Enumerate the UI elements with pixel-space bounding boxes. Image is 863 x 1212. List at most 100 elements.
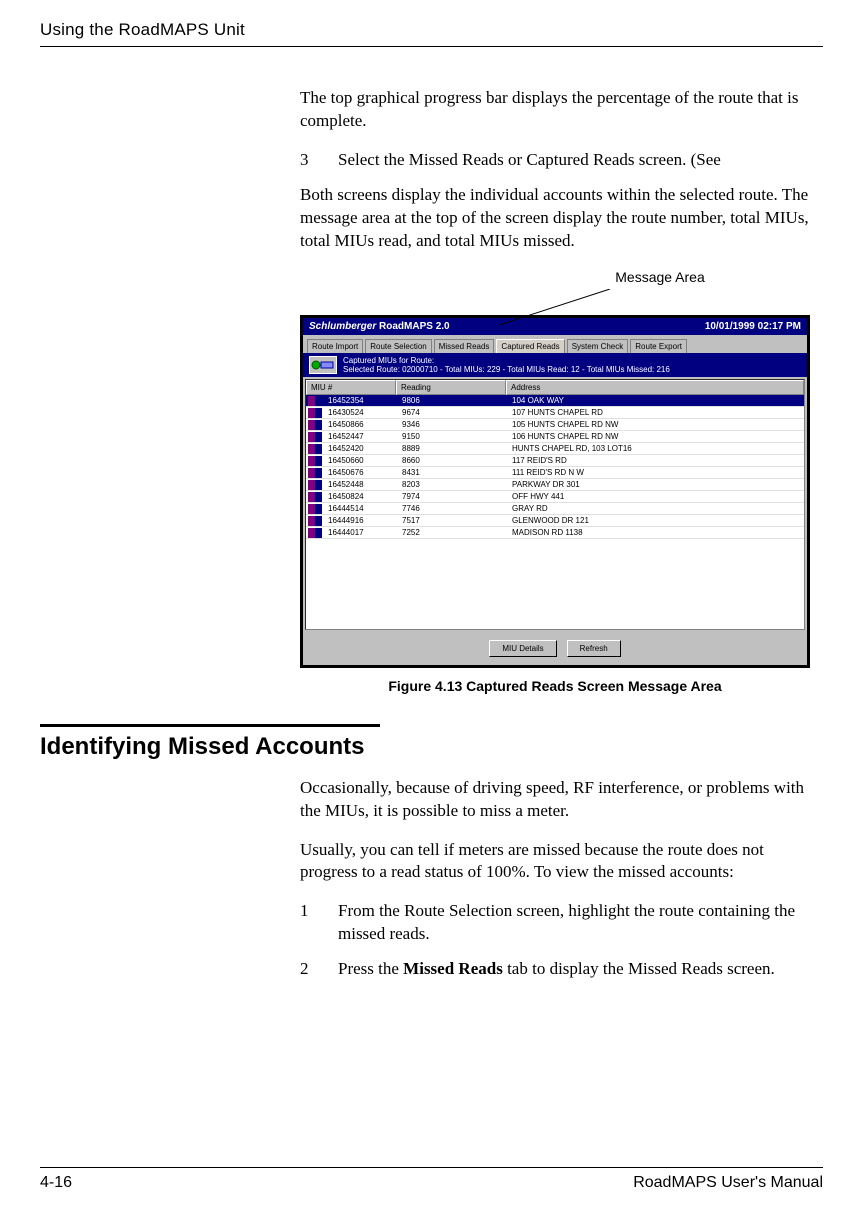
- row-icon: [308, 408, 322, 418]
- cell-address: 106 HUNTS CHAPEL RD NW: [508, 431, 804, 442]
- tab-route-selection[interactable]: Route Selection: [365, 339, 431, 353]
- cell-reading: 9674: [398, 407, 508, 418]
- titlebar: Schlumberger RoadMAPS 2.0 10/01/1999 02:…: [303, 318, 807, 335]
- step-text: From the Route Selection screen, highlig…: [338, 900, 823, 946]
- tab-missed-reads[interactable]: Missed Reads: [434, 339, 495, 353]
- cell-address: HUNTS CHAPEL RD, 103 LOT16: [508, 443, 804, 454]
- cell-address: 107 HUNTS CHAPEL RD: [508, 407, 804, 418]
- page-footer: 4-16 RoadMAPS User's Manual: [40, 1159, 823, 1192]
- callout-label: Message Area: [500, 269, 820, 285]
- row-icon: [308, 528, 322, 538]
- manual-title: RoadMAPS User's Manual: [633, 1174, 823, 1192]
- tab-route-import[interactable]: Route Import: [307, 339, 363, 353]
- row-icon: [308, 480, 322, 490]
- intro-paragraph: The top graphical progress bar displays …: [300, 87, 823, 133]
- step-number: 3: [300, 149, 318, 172]
- cell-reading: 8203: [398, 479, 508, 490]
- data-table: MIU # Reading Address 164523549806104 OA…: [305, 379, 805, 630]
- app-brand: Schlumberger RoadMAPS 2.0: [309, 321, 450, 332]
- cell-miu: 16450866: [324, 419, 398, 430]
- cell-miu: 16452354: [324, 395, 398, 406]
- step-number: 2: [300, 958, 318, 981]
- step-text: Press the Missed Reads tab to display th…: [338, 958, 823, 981]
- table-row[interactable]: 164305249674107 HUNTS CHAPEL RD: [306, 407, 804, 419]
- tab-captured-reads[interactable]: Captured Reads: [496, 339, 564, 353]
- cell-address: 111 REID'S RD N W: [508, 467, 804, 478]
- app-window: Schlumberger RoadMAPS 2.0 10/01/1999 02:…: [300, 315, 810, 668]
- table-row[interactable]: 164440177252MADISON RD 1138: [306, 527, 804, 539]
- section-rule: [40, 724, 380, 727]
- figure-caption: Figure 4.13 Captured Reads Screen Messag…: [300, 678, 810, 694]
- cell-address: GLENWOOD DR 121: [508, 515, 804, 526]
- step-1: 1 From the Route Selection screen, highl…: [300, 900, 823, 946]
- table-row[interactable]: 164523549806104 OAK WAY: [306, 395, 804, 407]
- cell-miu: 16452447: [324, 431, 398, 442]
- cell-address: 105 HUNTS CHAPEL RD NW: [508, 419, 804, 430]
- cell-miu: 16444916: [324, 515, 398, 526]
- message-area: Captured MIUs for Route: Selected Route:…: [303, 353, 807, 377]
- table-row[interactable]: 164524208889HUNTS CHAPEL RD, 103 LOT16: [306, 443, 804, 455]
- step-3-body: Both screens display the individual acco…: [300, 184, 823, 253]
- row-icon: [308, 432, 322, 442]
- cell-address: GRAY RD: [508, 503, 804, 514]
- section-p2: Usually, you can tell if meters are miss…: [300, 839, 823, 885]
- table-row[interactable]: 164449167517GLENWOOD DR 121: [306, 515, 804, 527]
- row-icon: [308, 420, 322, 430]
- table-row[interactable]: 164506608660117 REID'S RD: [306, 455, 804, 467]
- cell-miu: 16452448: [324, 479, 398, 490]
- cell-reading: 9806: [398, 395, 508, 406]
- cell-reading: 8660: [398, 455, 508, 466]
- cell-miu: 16450660: [324, 455, 398, 466]
- message-line-2: Selected Route: 02000710 - Total MIUs: 2…: [343, 365, 670, 374]
- message-line-1: Captured MIUs for Route:: [343, 356, 670, 365]
- table-empty-area: [306, 539, 804, 629]
- miu-details-button[interactable]: MIU Details: [489, 640, 556, 657]
- section-p1: Occasionally, because of driving speed, …: [300, 777, 823, 823]
- route-icon: [309, 356, 337, 374]
- row-icon: [308, 468, 322, 478]
- table-row[interactable]: 164506768431111 REID'S RD N W: [306, 467, 804, 479]
- table-row[interactable]: 164524488203PARKWAY DR 301: [306, 479, 804, 491]
- table-row[interactable]: 164508669346105 HUNTS CHAPEL RD NW: [306, 419, 804, 431]
- cell-reading: 7974: [398, 491, 508, 502]
- cell-address: 104 OAK WAY: [508, 395, 804, 406]
- cell-miu: 16450676: [324, 467, 398, 478]
- cell-reading: 8431: [398, 467, 508, 478]
- cell-reading: 8889: [398, 443, 508, 454]
- step-3: 3 Select the Missed Reads or Captured Re…: [300, 149, 823, 172]
- cell-reading: 7517: [398, 515, 508, 526]
- row-icon: [308, 444, 322, 454]
- step-2: 2 Press the Missed Reads tab to display …: [300, 958, 823, 981]
- refresh-button[interactable]: Refresh: [567, 640, 621, 657]
- tab-route-export[interactable]: Route Export: [630, 339, 687, 353]
- table-row[interactable]: 164508247974OFF HWY 441: [306, 491, 804, 503]
- col-header-reading[interactable]: Reading: [396, 380, 506, 395]
- cell-address: 117 REID'S RD: [508, 455, 804, 466]
- col-header-miu[interactable]: MIU #: [306, 380, 396, 395]
- page-header: Using the RoadMAPS Unit: [40, 20, 823, 40]
- cell-address: OFF HWY 441: [508, 491, 804, 502]
- cell-miu: 16452420: [324, 443, 398, 454]
- step-text: Select the Missed Reads or Captured Read…: [338, 149, 823, 172]
- row-icon: [308, 504, 322, 514]
- cell-reading: 9346: [398, 419, 508, 430]
- cell-miu: 16430524: [324, 407, 398, 418]
- row-icon: [308, 396, 322, 406]
- table-row[interactable]: 164524479150106 HUNTS CHAPEL RD NW: [306, 431, 804, 443]
- cell-miu: 16444514: [324, 503, 398, 514]
- section-heading: Identifying Missed Accounts: [40, 733, 823, 761]
- cell-reading: 9150: [398, 431, 508, 442]
- cell-address: MADISON RD 1138: [508, 527, 804, 538]
- tab-system-check[interactable]: System Check: [567, 339, 629, 353]
- cell-miu: 16450824: [324, 491, 398, 502]
- header-rule: [40, 46, 823, 47]
- cell-miu: 16444017: [324, 527, 398, 538]
- row-icon: [308, 456, 322, 466]
- col-header-address[interactable]: Address: [506, 380, 804, 395]
- cell-address: PARKWAY DR 301: [508, 479, 804, 490]
- cell-reading: 7746: [398, 503, 508, 514]
- table-row[interactable]: 164445147746GRAY RD: [306, 503, 804, 515]
- row-icon: [308, 492, 322, 502]
- row-icon: [308, 516, 322, 526]
- page-number: 4-16: [40, 1174, 72, 1192]
